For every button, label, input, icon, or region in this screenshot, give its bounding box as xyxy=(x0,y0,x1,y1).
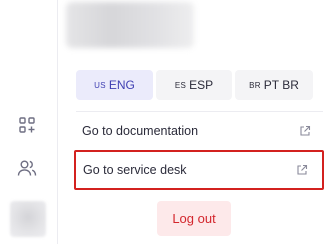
left-rail xyxy=(0,0,58,244)
logout-button[interactable]: Log out xyxy=(157,201,231,236)
language-code: us xyxy=(94,80,106,90)
language-switcher: us ENG es ESP br PT BR xyxy=(76,70,313,100)
language-label: PT BR xyxy=(263,78,299,92)
external-link-icon xyxy=(297,164,308,175)
language-code: es xyxy=(174,80,187,90)
service-desk-link[interactable]: Go to service desk xyxy=(74,150,324,190)
language-option-eng[interactable]: us ENG xyxy=(76,70,153,100)
documentation-link-label: Go to documentation xyxy=(82,124,199,138)
add-widget-icon[interactable] xyxy=(16,114,38,136)
users-icon[interactable] xyxy=(16,157,38,179)
language-code: br xyxy=(249,80,261,90)
user-info-blurred xyxy=(66,2,194,48)
external-link-icon xyxy=(300,125,311,136)
language-option-pt-br[interactable]: br PT BR xyxy=(235,70,313,100)
language-option-esp[interactable]: es ESP xyxy=(156,70,232,100)
service-desk-link-label: Go to service desk xyxy=(83,163,187,177)
app-root: us ENG es ESP br PT BR Go to documentati… xyxy=(0,0,327,244)
documentation-link[interactable]: Go to documentation xyxy=(76,111,323,151)
avatar[interactable] xyxy=(10,201,46,237)
language-label: ENG xyxy=(108,78,135,92)
language-label: ESP xyxy=(189,78,214,92)
